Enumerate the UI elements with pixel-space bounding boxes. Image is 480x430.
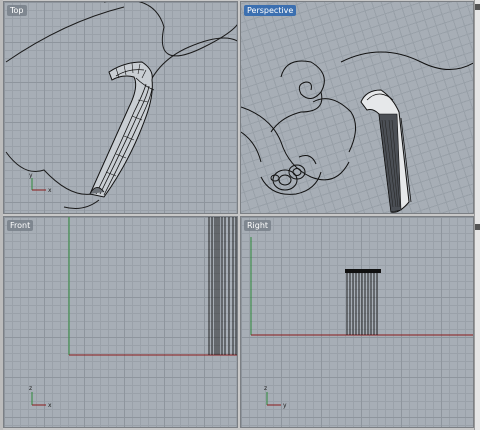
panel-tab-icon[interactable] (475, 4, 480, 10)
viewport-title-right[interactable]: Right (244, 220, 272, 231)
right-edge-panel (474, 0, 480, 430)
panel-tab-icon[interactable] (475, 224, 480, 230)
axis-label-y: y (283, 402, 287, 409)
viewport-title-perspective[interactable]: Perspective (244, 5, 297, 16)
axis-label-x: x (48, 402, 52, 409)
axis-label-z: z (264, 385, 267, 392)
perspective-view-geometry (241, 51, 473, 213)
viewport-front[interactable]: Front z x (3, 216, 238, 428)
viewport-top[interactable]: Top y x (3, 1, 238, 214)
viewport-title-top[interactable]: Top (7, 5, 27, 16)
axis-label-x: x (48, 187, 52, 194)
viewport-title-front[interactable]: Front (7, 220, 34, 231)
viewport-right[interactable]: Right z y (240, 216, 474, 428)
axis-label-z: z (29, 385, 32, 392)
rhino-viewport-layout: Top y x Perspective Front z x Right z y (0, 0, 480, 430)
viewport-perspective[interactable]: Perspective (240, 1, 474, 214)
front-view-geometry: z x (29, 217, 237, 409)
right-view-geometry: z y (250, 237, 473, 409)
top-view-geometry: y x (5, 2, 237, 209)
axis-label-y: y (29, 172, 33, 179)
